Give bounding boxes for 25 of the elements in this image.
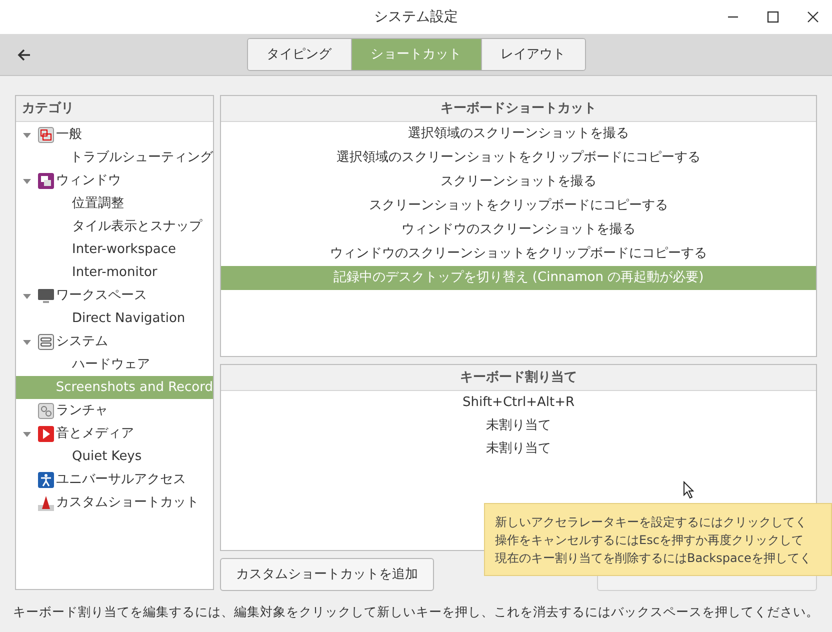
- tree-item-label: ランチャ: [56, 402, 108, 420]
- tree-item-label: Direct Navigation: [72, 310, 186, 328]
- tree-item-label: ワークスペース: [56, 286, 147, 305]
- window-title: システム設定: [374, 8, 458, 26]
- tree-item-label: Inter-monitor: [72, 264, 158, 282]
- tree-item-label: タイル表示とスナップ: [72, 218, 202, 236]
- tree-item-label: 一般: [56, 126, 82, 144]
- tree-item-label: カスタムショートカット: [56, 494, 199, 512]
- tree-item-label: 位置調整: [72, 194, 124, 213]
- tree-item-label: ウィンドウ: [56, 172, 121, 190]
- tooltip-line: 現在のキー割り当てを削除するにはBackspaceを押してく: [495, 550, 812, 567]
- tree-item-label: Screenshots and Record: [56, 378, 213, 397]
- tooltip-line: 操作をキャンセルするにはEscを押すか再度クリックして: [495, 532, 804, 549]
- tree-item-label: ハードウェア: [72, 356, 150, 374]
- tree-item-label: Quiet Keys: [72, 448, 142, 466]
- tree-item-label: Inter-workspace: [72, 240, 176, 259]
- tree-item-label: システム: [56, 332, 108, 351]
- column-header: カテゴリ: [22, 100, 74, 118]
- tooltip-line: 新しいアクセラレータキーを設定するにはクリックしてく: [495, 514, 808, 531]
- status-text: キーボード割り当てを編集するには、編集対象をクリックして新しいキーを押し、これを消去するにはバックスペースを押してください。: [13, 602, 819, 621]
- tree-item-label: ユニバーサルアクセス: [56, 470, 186, 489]
- tree-item-label: トラブルシューティング: [70, 148, 213, 167]
- column-header: キーボードショートカット: [440, 100, 596, 118]
- tree-item-label: 音とメディア: [56, 424, 134, 443]
- column-header: キーボード割り当て: [460, 368, 577, 387]
